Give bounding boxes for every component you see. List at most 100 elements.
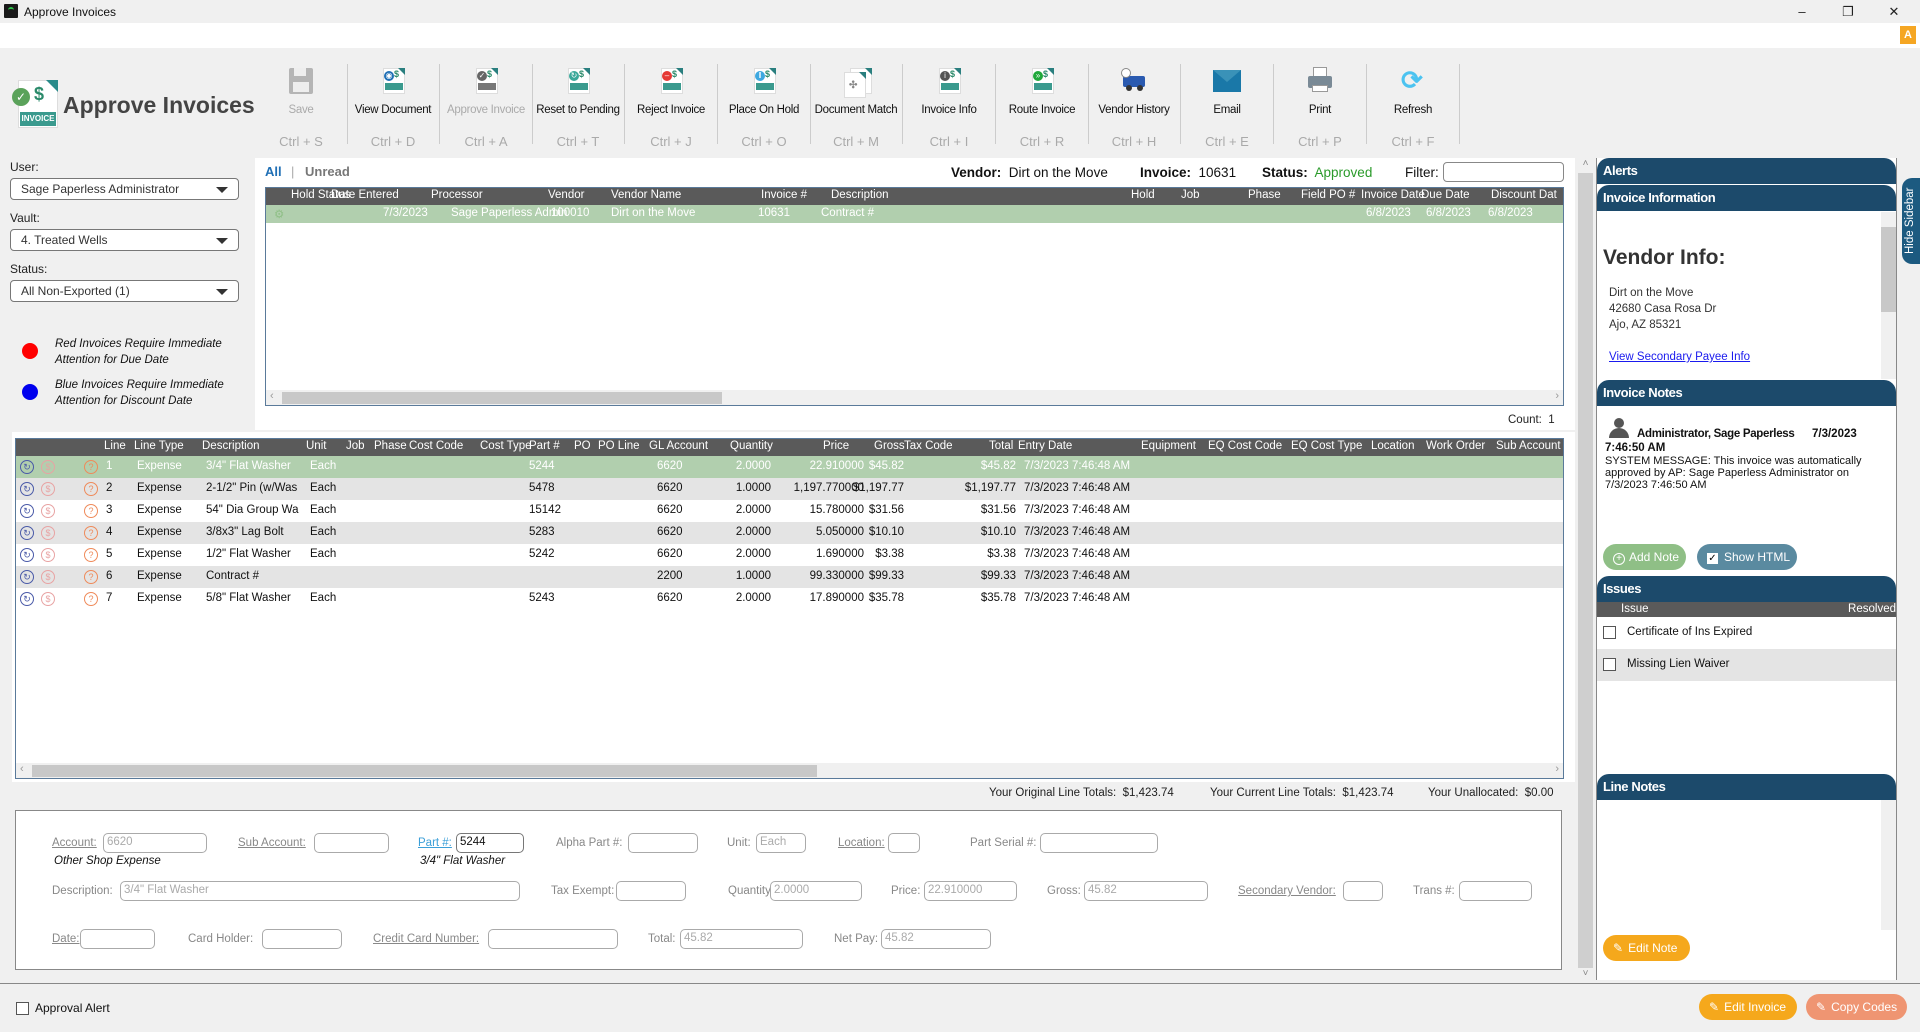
- column-header[interactable]: Description: [831, 189, 889, 201]
- table-row[interactable]: ↻ $? 5 Expense 1/2" Flat Washer Each 5242 6620 2…: [16, 544, 1563, 566]
- column-header[interactable]: Date Entered: [331, 189, 399, 201]
- column-header[interactable]: Gross: [874, 440, 905, 452]
- scroll-up-icon[interactable]: ˄: [1578, 158, 1593, 173]
- line-notes-scrollbar[interactable]: [1881, 800, 1896, 930]
- column-header[interactable]: Line: [104, 440, 126, 452]
- part-number-label[interactable]: Part #:: [418, 837, 452, 849]
- toolbar-email-button[interactable]: Email Ctrl + E: [1181, 60, 1273, 152]
- toolbar-view-document-button[interactable]: ◉ $ View Document Ctrl + D: [347, 60, 439, 152]
- close-button[interactable]: ✕: [1874, 2, 1914, 22]
- part-number-field[interactable]: 5244: [456, 833, 524, 853]
- line-notes-header[interactable]: Line Notes: [1597, 774, 1896, 800]
- column-header[interactable]: Field PO #: [1301, 189, 1355, 201]
- minimize-button[interactable]: –: [1782, 2, 1822, 22]
- sync-icon[interactable]: ↻: [20, 460, 34, 474]
- sync-icon[interactable]: ↻: [20, 570, 34, 584]
- scroll-left-icon[interactable]: ‹: [20, 763, 24, 775]
- issue-row[interactable]: Missing Lien Waiver: [1597, 649, 1896, 681]
- secondary-vendor-field[interactable]: [1343, 881, 1383, 901]
- column-header[interactable]: Invoice Date: [1361, 189, 1425, 201]
- account-field[interactable]: 6620: [103, 833, 207, 853]
- column-header[interactable]: Vendor Name: [611, 189, 681, 201]
- toolbar-print-button[interactable]: Print Ctrl + P: [1274, 60, 1366, 152]
- restore-button[interactable]: ❐: [1828, 2, 1868, 22]
- trans-field[interactable]: [1459, 881, 1532, 901]
- question-icon[interactable]: ?: [84, 504, 98, 518]
- view-secondary-payee-link[interactable]: View Secondary Payee Info: [1609, 351, 1750, 363]
- column-header[interactable]: Description: [202, 440, 260, 452]
- add-note-button[interactable]: + Add Note: [1603, 544, 1686, 570]
- column-header[interactable]: EQ Cost Type: [1291, 440, 1362, 452]
- issue-row[interactable]: Certificate of Ins Expired: [1597, 617, 1896, 649]
- toolbar-refresh-button[interactable]: ⟳ Refresh Ctrl + F: [1367, 60, 1459, 152]
- column-header[interactable]: Sub Account: [1496, 440, 1561, 452]
- column-header[interactable]: Unit: [306, 440, 326, 452]
- column-header[interactable]: Hold: [1131, 189, 1155, 201]
- toolbar-route-invoice-button[interactable]: » $ Route Invoice Ctrl + R: [996, 60, 1088, 152]
- invoice-information-header[interactable]: Invoice Information: [1597, 185, 1896, 211]
- invoice-notes-header[interactable]: Invoice Notes: [1597, 380, 1896, 406]
- column-header[interactable]: Tax Code: [904, 440, 953, 452]
- dollar-icon[interactable]: $: [41, 526, 55, 540]
- column-header[interactable]: Job: [1181, 189, 1200, 201]
- column-header[interactable]: Quantity: [730, 440, 773, 452]
- table-row[interactable]: ↻ $? 6 Expense Contract # 2200 1.0000 99.330000…: [16, 566, 1563, 588]
- column-header[interactable]: Cost Type: [480, 440, 532, 452]
- description-field[interactable]: 3/4" Flat Washer: [120, 881, 520, 901]
- column-header[interactable]: PO: [574, 440, 591, 452]
- sync-icon[interactable]: ↻: [20, 526, 34, 540]
- dollar-icon[interactable]: $: [41, 592, 55, 606]
- price-field[interactable]: 22.910000: [924, 881, 1017, 901]
- toolbar-invoice-info-button[interactable]: i $ Invoice Info Ctrl + I: [903, 60, 995, 152]
- location-label[interactable]: Location:: [838, 837, 885, 849]
- dollar-icon[interactable]: $: [41, 504, 55, 518]
- dollar-icon[interactable]: $: [41, 460, 55, 474]
- date-label[interactable]: Date:: [52, 933, 80, 945]
- alpha-part-field[interactable]: [628, 833, 698, 853]
- column-header[interactable]: Phase: [1248, 189, 1281, 201]
- show-html-checkbox[interactable]: ✓: [1707, 553, 1718, 564]
- column-header[interactable]: Entry Date: [1018, 440, 1072, 452]
- sync-icon[interactable]: ↻: [20, 504, 34, 518]
- edit-note-button[interactable]: ✎ Edit Note: [1603, 935, 1690, 961]
- unit-field[interactable]: Each: [756, 833, 806, 853]
- sync-icon[interactable]: ↻: [20, 482, 34, 496]
- dollar-icon[interactable]: $: [41, 570, 55, 584]
- edit-invoice-button[interactable]: ✎ Edit Invoice: [1699, 994, 1797, 1020]
- column-header[interactable]: Work Order: [1426, 440, 1485, 452]
- sub-account-field[interactable]: [314, 833, 389, 853]
- toolbar-reject-invoice-button[interactable]: – $ Reject Invoice Ctrl + J: [625, 60, 717, 152]
- toolbar-vendor-history-button[interactable]: Vendor History Ctrl + H: [1088, 60, 1180, 152]
- table-row[interactable]: ↻ $? 4 Expense 3/8x3" Lag Bolt Each 5283 6620 2.…: [16, 522, 1563, 544]
- alerts-header[interactable]: Alerts: [1597, 158, 1896, 184]
- invoice-info-scrollbar[interactable]: [1881, 212, 1896, 379]
- tab-all[interactable]: All: [265, 164, 282, 179]
- status-select[interactable]: All Non-Exported (1): [10, 280, 239, 302]
- table-row[interactable]: ↻ $? 2 Expense 2-1/2" Pin (w/Was Each 5478 6620…: [16, 478, 1563, 500]
- secondary-vendor-label[interactable]: Secondary Vendor:: [1238, 885, 1336, 897]
- column-header[interactable]: Phase: [374, 440, 407, 452]
- sub-account-label[interactable]: Sub Account:: [238, 837, 306, 849]
- question-icon[interactable]: ?: [84, 526, 98, 540]
- dollar-icon[interactable]: $: [41, 482, 55, 496]
- column-header[interactable]: Vendor: [548, 189, 584, 201]
- question-icon[interactable]: ?: [84, 460, 98, 474]
- column-header[interactable]: Location: [1371, 440, 1414, 452]
- tax-exempt-field[interactable]: [616, 881, 686, 901]
- column-header[interactable]: EQ Cost Code: [1208, 440, 1282, 452]
- net-pay-field[interactable]: 45.82: [881, 929, 991, 949]
- card-holder-field[interactable]: [262, 929, 342, 949]
- table-row[interactable]: ⚙ 7/3/2023 Sage Paperless Admin 100010 Dirt …: [266, 205, 1563, 223]
- line-items-hscrollbar[interactable]: ‹ ›: [16, 763, 1563, 778]
- tab-unread[interactable]: Unread: [305, 164, 350, 179]
- column-header[interactable]: PO Line: [598, 440, 640, 452]
- table-row[interactable]: ↻ $? 7 Expense 5/8" Flat Washer Each 5243 6620 2…: [16, 588, 1563, 610]
- copy-codes-button[interactable]: ✎ Copy Codes: [1806, 994, 1907, 1020]
- scroll-down-icon[interactable]: ˅: [1578, 968, 1593, 983]
- vault-select[interactable]: 4. Treated Wells: [10, 229, 239, 251]
- column-header[interactable]: Job: [346, 440, 365, 452]
- scroll-right-icon[interactable]: ›: [1555, 763, 1559, 775]
- column-header[interactable]: Due Date: [1421, 189, 1470, 201]
- issue-checkbox[interactable]: [1603, 626, 1616, 639]
- scroll-thumb[interactable]: [1881, 227, 1896, 312]
